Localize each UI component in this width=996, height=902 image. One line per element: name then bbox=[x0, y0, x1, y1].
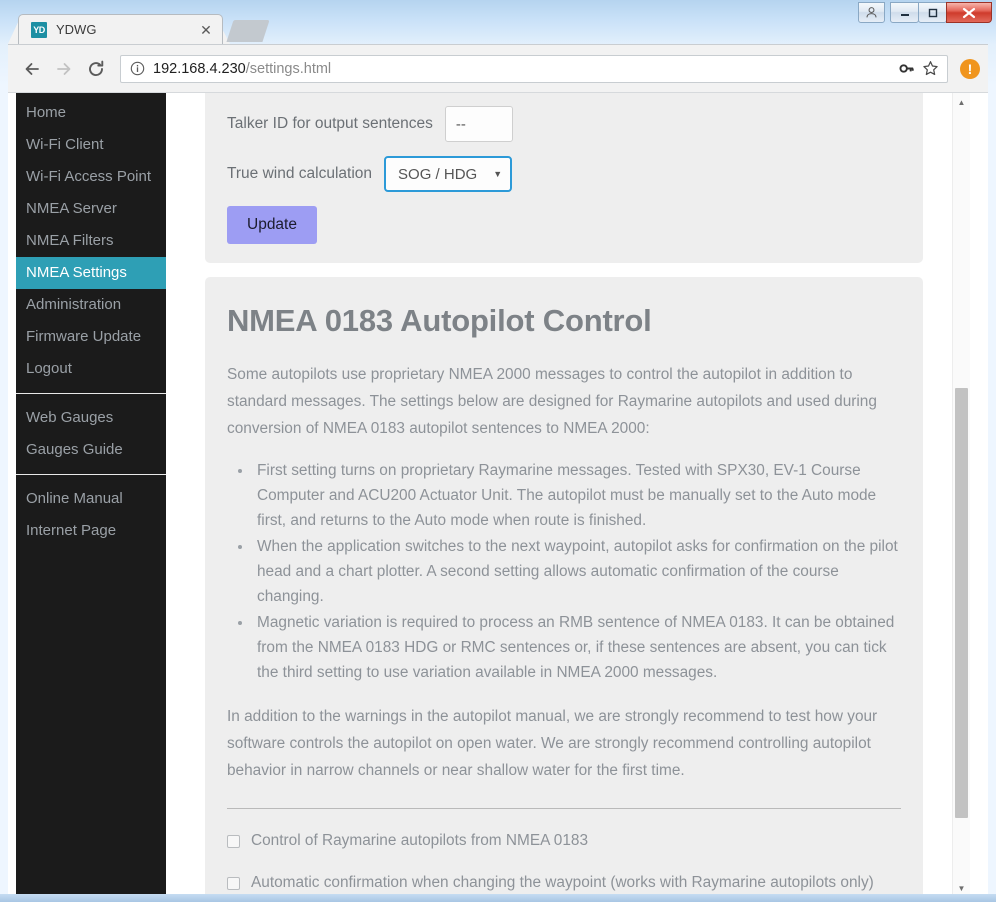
password-key-icon[interactable] bbox=[895, 58, 917, 80]
sidebar-item-nmea-filters[interactable]: NMEA Filters bbox=[16, 225, 166, 257]
section-divider bbox=[227, 808, 901, 809]
bookmark-star-icon[interactable] bbox=[919, 58, 941, 80]
browser-toolbar: 192.168.4.230/settings.html ! bbox=[8, 44, 988, 92]
forward-button[interactable] bbox=[48, 53, 80, 85]
sidebar-item-administration[interactable]: Administration bbox=[16, 289, 166, 321]
nmea-settings-form-panel: Talker ID for output sentences True wind… bbox=[205, 93, 923, 263]
sidebar-item-logout[interactable]: Logout bbox=[16, 353, 166, 385]
true-wind-select[interactable]: SOG / HDG ▼ bbox=[384, 156, 513, 192]
checkbox-row[interactable]: Control of Raymarine autopilots from NME… bbox=[227, 831, 901, 851]
browser-tab[interactable]: YD YDWG ✕ bbox=[18, 14, 223, 44]
checkbox-label: Control of Raymarine autopilots from NME… bbox=[251, 832, 589, 849]
autopilot-intro-paragraph: Some autopilots use proprietary NMEA 200… bbox=[227, 366, 877, 437]
scroll-up-icon[interactable]: ▲ bbox=[953, 93, 970, 111]
chevron-down-icon: ▼ bbox=[493, 169, 503, 179]
browser-menu-warning-icon[interactable]: ! bbox=[960, 58, 980, 79]
page-viewport: Home Wi-Fi Client Wi-Fi Access Point NMEA S… bbox=[8, 92, 988, 896]
window-bottom-edge bbox=[0, 894, 996, 902]
sidebar-item-nmea-settings[interactable]: NMEA Settings bbox=[16, 257, 166, 289]
talker-id-label: Talker ID for output sentences bbox=[227, 115, 433, 132]
sidebar-item-online-manual[interactable]: Online Manual bbox=[16, 483, 166, 515]
application-window: YD YDWG ✕ 192.168.4.230/settings.html ! … bbox=[0, 0, 996, 902]
sidebar-item-internet-page[interactable]: Internet Page bbox=[16, 515, 166, 547]
checkbox-label: Automatic confirmation when changing the… bbox=[251, 874, 874, 891]
new-tab-button[interactable] bbox=[226, 20, 270, 42]
sidebar-group: Web Gauges Gauges Guide bbox=[16, 402, 166, 466]
sidebar-item-gauges-guide[interactable]: Gauges Guide bbox=[16, 434, 166, 466]
true-wind-label: True wind calculation bbox=[227, 165, 373, 182]
list-item: When the application switches to the nex… bbox=[253, 534, 901, 609]
sidebar-item-wi-fi-access-point[interactable]: Wi-Fi Access Point bbox=[16, 161, 166, 193]
update-button[interactable]: Update bbox=[227, 206, 317, 244]
autopilot-control-panel: NMEA 0183 Autopilot Control Some autopil… bbox=[205, 277, 923, 896]
url-host: 192.168.4.230 bbox=[153, 60, 246, 77]
close-button[interactable] bbox=[946, 2, 992, 23]
minimize-button[interactable] bbox=[890, 2, 919, 23]
sidebar-item-wi-fi-client[interactable]: Wi-Fi Client bbox=[16, 129, 166, 161]
tab-strip: YD YDWG ✕ bbox=[8, 6, 988, 44]
checkbox-row[interactable]: Automatic confirmation when changing the… bbox=[227, 873, 901, 893]
true-wind-selected-value: SOG / HDG bbox=[398, 165, 478, 183]
maximize-button[interactable] bbox=[918, 2, 947, 23]
checkbox-icon[interactable] bbox=[227, 834, 240, 848]
sidebar-divider bbox=[16, 474, 166, 475]
sidebar-groups: Home Wi-Fi Client Wi-Fi Access Point NMEA S… bbox=[16, 93, 166, 547]
list-item: First setting turns on proprietary Rayma… bbox=[253, 458, 901, 533]
user-account-button[interactable] bbox=[858, 2, 885, 23]
tab-title: YDWG bbox=[56, 22, 97, 37]
sidebar-navigation: Home Wi-Fi Client Wi-Fi Access Point NMEA S… bbox=[16, 93, 166, 896]
autopilot-warning-paragraph: In addition to the warnings in the autop… bbox=[227, 708, 878, 779]
sidebar-group: Home Wi-Fi Client Wi-Fi Access Point NMEA S… bbox=[16, 93, 166, 385]
page-scrollbar[interactable]: ▲ ▼ bbox=[952, 93, 970, 896]
true-wind-row: True wind calculation SOG / HDG ▼ bbox=[227, 156, 901, 192]
address-bar[interactable]: 192.168.4.230/settings.html bbox=[120, 54, 948, 83]
window-controls bbox=[858, 2, 992, 23]
sidebar-item-firmware-update[interactable]: Firmware Update bbox=[16, 321, 166, 353]
checkbox-icon[interactable] bbox=[227, 876, 240, 890]
talker-id-row: Talker ID for output sentences bbox=[227, 106, 901, 142]
url-text[interactable]: 192.168.4.230/settings.html bbox=[153, 61, 893, 77]
reload-button[interactable] bbox=[80, 53, 112, 85]
autopilot-bullet-list: First setting turns on proprietary Rayma… bbox=[227, 458, 901, 685]
list-item: Magnetic variation is required to proces… bbox=[253, 610, 901, 685]
url-path: /settings.html bbox=[245, 60, 332, 77]
sidebar-item-web-gauges[interactable]: Web Gauges bbox=[16, 402, 166, 434]
page-info-icon[interactable] bbox=[129, 61, 145, 77]
main-content: Talker ID for output sentences True wind… bbox=[205, 93, 931, 896]
sidebar-item-home[interactable]: Home bbox=[16, 97, 166, 129]
sidebar-divider bbox=[16, 393, 166, 394]
page-title: NMEA 0183 Autopilot Control bbox=[227, 303, 652, 338]
sidebar-group: Online Manual Internet Page bbox=[16, 483, 166, 547]
back-button[interactable] bbox=[16, 53, 48, 85]
talker-id-input[interactable] bbox=[444, 106, 513, 142]
close-icon[interactable]: ✕ bbox=[198, 22, 214, 38]
autopilot-checkbox-group: Control of Raymarine autopilots from NME… bbox=[227, 831, 901, 893]
browser-window: YD YDWG ✕ 192.168.4.230/settings.html ! … bbox=[8, 6, 988, 896]
sidebar-item-nmea-server[interactable]: NMEA Server bbox=[16, 193, 166, 225]
favicon-ydwg: YD bbox=[31, 21, 47, 38]
scrollbar-thumb[interactable] bbox=[955, 388, 968, 818]
web-page: Home Wi-Fi Client Wi-Fi Access Point NMEA S… bbox=[8, 93, 970, 896]
